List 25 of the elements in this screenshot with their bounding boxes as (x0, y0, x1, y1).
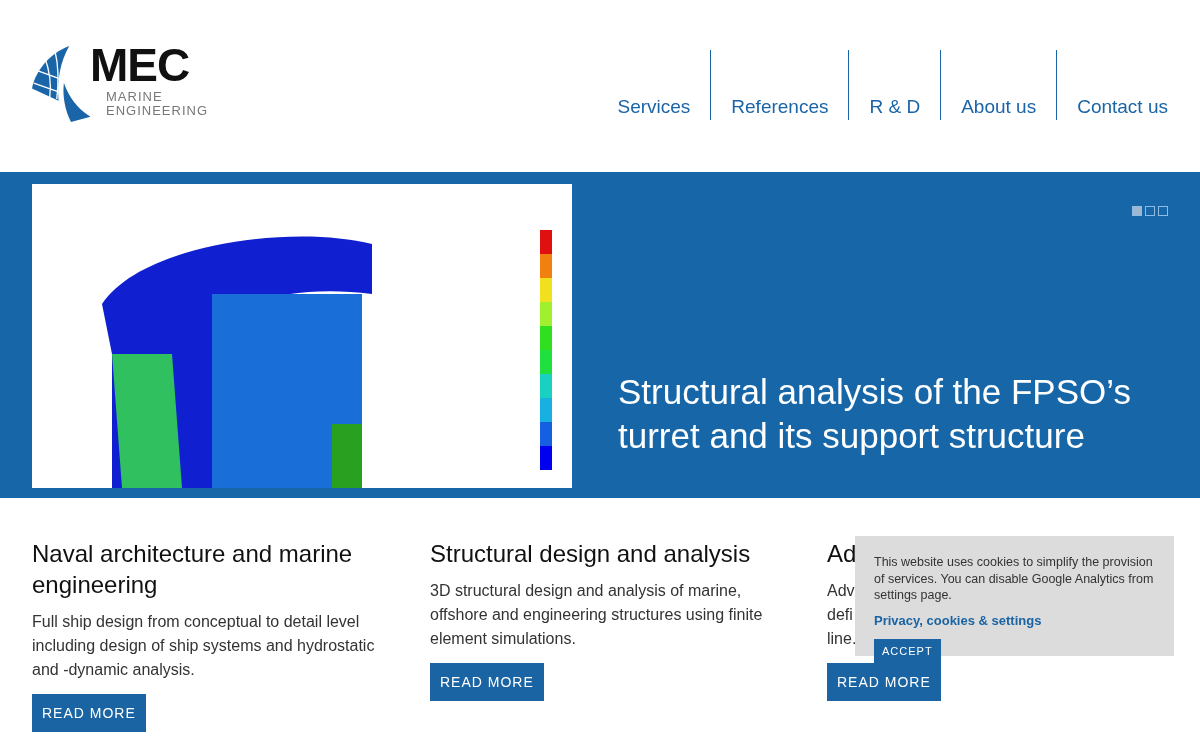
privacy-settings-link[interactable]: Privacy, cookies & settings (874, 612, 1156, 628)
accept-button[interactable]: ACCEPT (874, 638, 941, 663)
nav-link[interactable]: Contact us (1056, 50, 1168, 120)
card-title: Ad (827, 539, 857, 569)
card-title: Naval architecture and marine engineering (32, 539, 354, 600)
read-more-button[interactable]: READ MORE (430, 663, 544, 701)
logo-subtitle: ENGINEERING (106, 104, 208, 118)
read-more-button[interactable]: READ MORE (827, 663, 941, 701)
nav-link[interactable]: About us (940, 50, 1057, 120)
nav-link[interactable]: References (710, 50, 849, 120)
card-text: defi (827, 605, 853, 625)
card-title: Structural design and analysis (430, 539, 751, 569)
cookie-text: This website uses cookies to simplify the provision of services. You can disable Google Analytics from settings page. (874, 554, 1155, 604)
logo-subtitle: MARINE (106, 90, 164, 104)
hero-headline: Structural analysis of the FPSO’s turret and its support structure (618, 371, 1132, 457)
nav-link[interactable]: Services (597, 50, 711, 120)
read-more-button[interactable]: READ MORE (32, 694, 146, 732)
card-text: Adv (827, 581, 855, 601)
nav-link[interactable]: R & D (848, 50, 941, 120)
slide-indicator[interactable] (1158, 206, 1168, 216)
card-text: line. (827, 629, 857, 649)
card-text: Full ship design from conceptual to detail level including design of ship systems and hydrostatic and -dynamic analysis. (32, 612, 376, 680)
card-text: 3D structural design and analysis of marine, offshore and engineering structures using finite element simulations. (430, 581, 764, 649)
logo-wordmark: MEC (90, 40, 191, 90)
slide-indicator[interactable] (1145, 206, 1155, 216)
